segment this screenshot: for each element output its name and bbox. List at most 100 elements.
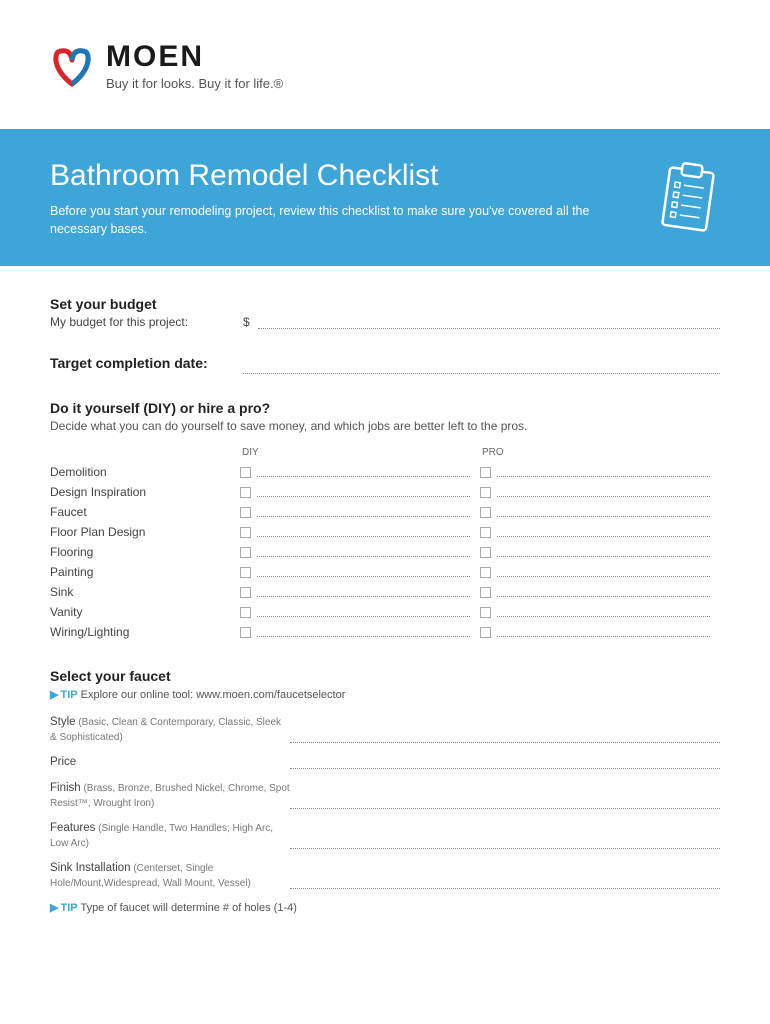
tip-caret-icon: ▶ [50,689,58,701]
target-date-input-line[interactable] [243,362,720,374]
checkbox[interactable] [480,607,491,618]
checkbox[interactable] [480,487,491,498]
target-date-field: Target completion date: [50,355,720,374]
pro-cell [480,522,720,542]
checkbox[interactable] [480,527,491,538]
diy-item-label: Wiring/Lighting [50,622,240,642]
dollar-sign: $ [243,315,250,329]
clipboard-icon [656,162,720,236]
note-line[interactable] [257,587,470,597]
tip-text: Explore our online tool: www.moen.com/fa… [78,689,346,701]
note-line[interactable] [497,467,710,477]
diy-cell [240,562,480,582]
faucet-grid: Style (Basic, Clean & Contemporary, Clas… [50,715,720,891]
budget-input-line[interactable] [258,317,720,329]
note-line[interactable] [497,607,710,617]
banner-subtitle: Before you start your remodeling project… [50,203,636,238]
checkbox[interactable] [480,547,491,558]
budget-field: My budget for this project: $ [50,315,720,329]
checkbox[interactable] [240,507,251,518]
faucet-row: Features (Single Handle, Two Handles; Hi… [50,821,720,851]
pro-cell [480,462,720,482]
note-line[interactable] [497,487,710,497]
tip-label: TIP [60,902,77,914]
faucet-row: Style (Basic, Clean & Contemporary, Clas… [50,715,720,745]
checkbox[interactable] [240,487,251,498]
faucet-row: Finish (Brass, Bronze, Brushed Nickel, C… [50,781,720,811]
note-line[interactable] [257,527,470,537]
pro-cell [480,542,720,562]
diy-item-label: Faucet [50,502,240,522]
faucet-input-line[interactable] [290,875,720,889]
pro-cell [480,482,720,502]
budget-label: My budget for this project: [50,315,235,329]
note-line[interactable] [497,527,710,537]
diy-item-label: Vanity [50,602,240,622]
diy-item-label: Demolition [50,462,240,482]
checkbox[interactable] [240,467,251,478]
budget-title: Set your budget [50,296,720,312]
budget-section: Set your budget My budget for this proje… [50,296,720,329]
diy-item-label: Flooring [50,542,240,562]
faucet-section: Select your faucet ▶TIP Explore our onli… [50,668,720,914]
diy-cell [240,582,480,602]
note-line[interactable] [497,547,710,557]
header: MOEN Buy it for looks. Buy it for life.® [0,0,770,111]
note-line[interactable] [257,627,470,637]
checkbox[interactable] [240,607,251,618]
note-line[interactable] [257,507,470,517]
note-line[interactable] [257,467,470,477]
faucet-row-label: Price [50,755,290,770]
tip-caret-icon: ▶ [50,902,58,914]
pro-col-header: PRO [480,447,720,462]
note-line[interactable] [257,547,470,557]
diy-desc: Decide what you can do yourself to save … [50,419,720,433]
faucet-input-line[interactable] [290,755,720,769]
faucet-input-line[interactable] [290,835,720,849]
faucet-input-line[interactable] [290,795,720,809]
faucet-tip-1: ▶TIP Explore our online tool: www.moen.c… [50,688,720,701]
checkbox[interactable] [240,527,251,538]
diy-item-label: Design Inspiration [50,482,240,502]
faucet-row: Price [50,755,720,771]
title-banner: Bathroom Remodel Checklist Before you st… [0,129,770,266]
diy-item-label: Sink [50,582,240,602]
note-line[interactable] [497,627,710,637]
faucet-row-label: Features (Single Handle, Two Handles; Hi… [50,821,290,851]
checkbox[interactable] [240,567,251,578]
page: MOEN Buy it for looks. Buy it for life.®… [0,0,770,964]
checkbox[interactable] [480,467,491,478]
note-line[interactable] [257,487,470,497]
diy-cell [240,522,480,542]
checkbox[interactable] [480,567,491,578]
logo-text-block: MOEN Buy it for looks. Buy it for life.® [106,40,283,91]
faucet-input-line[interactable] [290,729,720,743]
diy-grid: DIY PRO DemolitionDesign InspirationFauc… [50,447,720,642]
diy-cell [240,502,480,522]
diy-section: Do it yourself (DIY) or hire a pro? Deci… [50,400,720,642]
checkbox[interactable] [240,627,251,638]
note-line[interactable] [497,567,710,577]
faucet-row-label: Style (Basic, Clean & Contemporary, Clas… [50,715,290,745]
note-line[interactable] [257,607,470,617]
banner-title: Bathroom Remodel Checklist [50,159,636,193]
checkbox[interactable] [480,627,491,638]
note-line[interactable] [497,587,710,597]
tip-text: Type of faucet will determine # of holes… [78,902,297,914]
diy-item-label: Painting [50,562,240,582]
note-line[interactable] [257,567,470,577]
note-line[interactable] [497,507,710,517]
content: Set your budget My budget for this proje… [0,266,770,964]
faucet-tip-2: ▶TIP Type of faucet will determine # of … [50,901,720,914]
checkbox[interactable] [240,587,251,598]
pro-cell [480,602,720,622]
diy-cell [240,622,480,642]
checkbox[interactable] [480,507,491,518]
checkbox[interactable] [240,547,251,558]
checkbox[interactable] [480,587,491,598]
tip-label: TIP [60,689,77,701]
pro-cell [480,622,720,642]
diy-title: Do it yourself (DIY) or hire a pro? [50,400,720,416]
faucet-title: Select your faucet [50,668,720,684]
faucet-row-label: Sink Installation (Centerset, Single Hol… [50,861,290,891]
